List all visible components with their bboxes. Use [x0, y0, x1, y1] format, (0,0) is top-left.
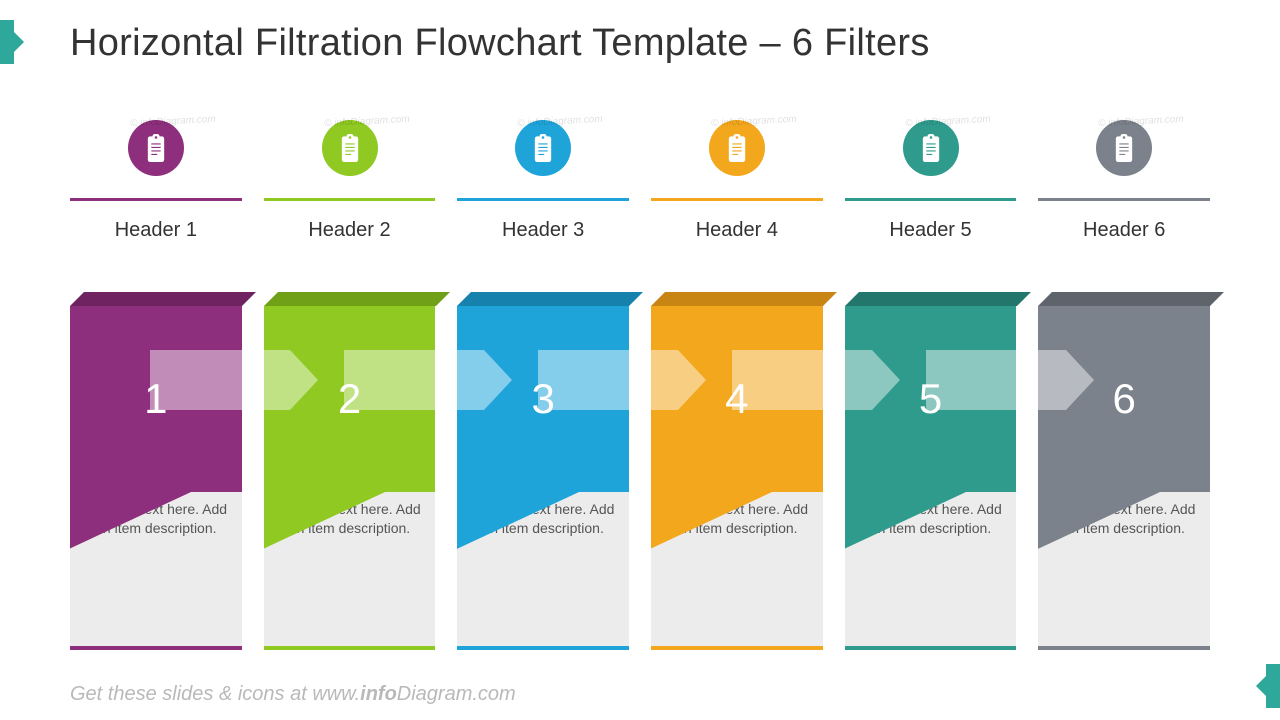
divider: [264, 198, 436, 201]
filter-header: Header 3: [457, 219, 629, 242]
filter-header: Header 1: [70, 219, 242, 242]
divider: [845, 198, 1017, 201]
clipboard-icon: [903, 120, 959, 176]
filter-header: Header 4: [651, 219, 823, 242]
clipboard-icon: [1096, 120, 1152, 176]
divider: [1038, 198, 1210, 201]
panel-top: [651, 292, 837, 306]
flow-arrow-4: [732, 350, 872, 410]
panel-bottom: .filter:nth-child(6) .panel-diag::after{…: [1038, 492, 1210, 572]
flow-arrow-1: [150, 350, 290, 410]
divider: [70, 198, 242, 201]
clipboard-icon: [709, 120, 765, 176]
filter-header: Header 6: [1038, 219, 1210, 242]
accent-left: [0, 20, 14, 64]
slide: Horizontal Filtration Flowchart Template…: [0, 0, 1280, 720]
panel-bottom: .filter:nth-child(1) .panel-diag::after{…: [70, 492, 242, 572]
panel-top: [845, 292, 1031, 306]
footer-prefix: Get these slides & icons at www.: [70, 683, 360, 705]
divider: [457, 198, 629, 201]
filter-number: 6: [1113, 375, 1136, 423]
filter-header: Header 5: [845, 219, 1017, 242]
slide-title: Horizontal Filtration Flowchart Template…: [70, 22, 930, 65]
clipboard-icon: [322, 120, 378, 176]
footer-bold: info: [360, 683, 397, 705]
panel-top: [264, 292, 450, 306]
flow-arrow-2: [344, 350, 484, 410]
panel-bottom: .filter:nth-child(4) .panel-diag::after{…: [651, 492, 823, 572]
panel-top: [1038, 292, 1224, 306]
footer-text: Get these slides & icons at www.infoDiag…: [70, 683, 516, 706]
clipboard-icon: [128, 120, 184, 176]
flow-arrow-3: [538, 350, 678, 410]
footer-suffix: Diagram.com: [397, 683, 516, 705]
flow-arrow-5: [926, 350, 1066, 410]
panel-bottom: .filter:nth-child(5) .panel-diag::after{…: [845, 492, 1017, 572]
panel-bottom: .filter:nth-child(3) .panel-diag::after{…: [457, 492, 629, 572]
clipboard-icon: [515, 120, 571, 176]
panel-top: [457, 292, 643, 306]
filter-header: Header 2: [264, 219, 436, 242]
divider: [651, 198, 823, 201]
panel-bottom: .filter:nth-child(2) .panel-diag::after{…: [264, 492, 436, 572]
panel-top: [70, 292, 256, 306]
accent-right: [1266, 664, 1280, 708]
